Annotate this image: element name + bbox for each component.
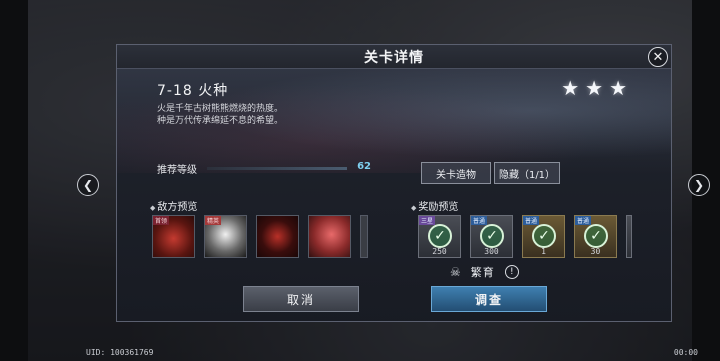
reward-count: 300 [484,247,499,256]
enemy-list: 首领 精英 [152,215,368,258]
close-icon: ✕ [652,49,664,65]
reward-card-partial [626,215,632,258]
reward-tier-tag: 三星 [419,216,436,225]
enemy-card-partial [360,215,368,258]
check-icon: ✓ [480,224,504,248]
enemy-preview-label: 敌方预览 [157,202,198,213]
enemy-preview-heading: ◆ 敌方预览 [150,198,197,213]
cancel-button[interactable]: 取消 [243,286,359,312]
check-icon: ✓ [532,224,556,248]
chevron-right-icon: ❯ [693,178,705,192]
description-line: 种是万代传承绵延不息的希望。 [157,116,284,126]
dialog-header: 关卡详情 [117,45,671,69]
skull-icon: ☠ [450,265,461,279]
investigate-button[interactable]: 调查 [431,286,547,312]
diamond-icon: ◆ [411,204,417,212]
reward-count: 1 [541,247,546,256]
stage-description: 火是千年古树熊熊燃烧的热度。 种是万代传承绵延不息的希望。 [157,103,283,127]
star-icon: ★ [609,76,627,100]
tab-stage-artifacts[interactable]: 关卡造物 [421,162,491,184]
reward-tier-tag: 普通 [575,216,592,225]
reward-card[interactable]: 普通 ✓ 1 [522,215,565,258]
info-icon[interactable]: ! [504,265,519,279]
check-icon: ✓ [584,224,608,248]
dialog-title: 关卡详情 [364,49,424,66]
fertile-label: 繁育 [470,266,495,279]
fertile-row: ☠ 繁育 ! [450,264,519,280]
uid-label: UID: 100361769 [86,348,154,357]
check-icon: ✓ [428,224,452,248]
reward-tier-tag: 普通 [523,216,540,225]
elite-tag: 精英 [205,216,222,225]
enemy-card[interactable] [256,215,299,258]
recommended-level-bar [207,167,347,170]
enemy-card[interactable]: 精英 [204,215,247,258]
clock-label: 00:00 [673,348,698,357]
recommended-level-label: 推荐等级 [157,165,197,176]
star-icon: ★ [561,76,580,100]
diamond-icon: ◆ [150,204,156,212]
star-icon: ★ [585,76,604,100]
stage-detail-dialog: 关卡详情 ✕ 7-18 火种 火是千年古树熊熊燃烧的热度。 种是万代传承绵延不息… [116,44,672,322]
recommended-level-row: 推荐等级 62 [157,161,371,176]
prev-stage-button[interactable]: ❮ [77,174,99,196]
star-rating: ★ ★ ★ [561,78,627,98]
reward-preview-heading: ◆ 奖励预览 [411,198,458,213]
tab-hidden[interactable]: 隐藏（1/1） [494,162,560,184]
reward-card[interactable]: 普通 ✓ 300 [470,215,513,258]
reward-count: 250 [432,247,447,256]
stage-title: 7-18 火种 [157,83,229,99]
enemy-card[interactable] [308,215,351,258]
recommended-level-value: 62 [357,161,371,172]
reward-preview-label: 奖励预览 [418,202,459,213]
next-stage-button[interactable]: ❯ [688,174,710,196]
close-button[interactable]: ✕ [648,47,668,67]
enemy-card[interactable]: 首领 [152,215,195,258]
reward-card[interactable]: 普通 ✓ 30 [574,215,617,258]
chevron-left-icon: ❮ [82,178,94,192]
reward-count: 30 [590,247,601,256]
description-line: 火是千年古树熊熊燃烧的热度。 [157,104,284,114]
reward-tier-tag: 普通 [471,216,488,225]
reward-card[interactable]: 三星 ✓ 250 [418,215,461,258]
reward-list: 三星 ✓ 250 普通 ✓ 300 普通 ✓ 1 普通 ✓ 30 [418,215,632,258]
boss-tag: 首领 [153,216,170,225]
screen-edge-left [0,0,28,361]
